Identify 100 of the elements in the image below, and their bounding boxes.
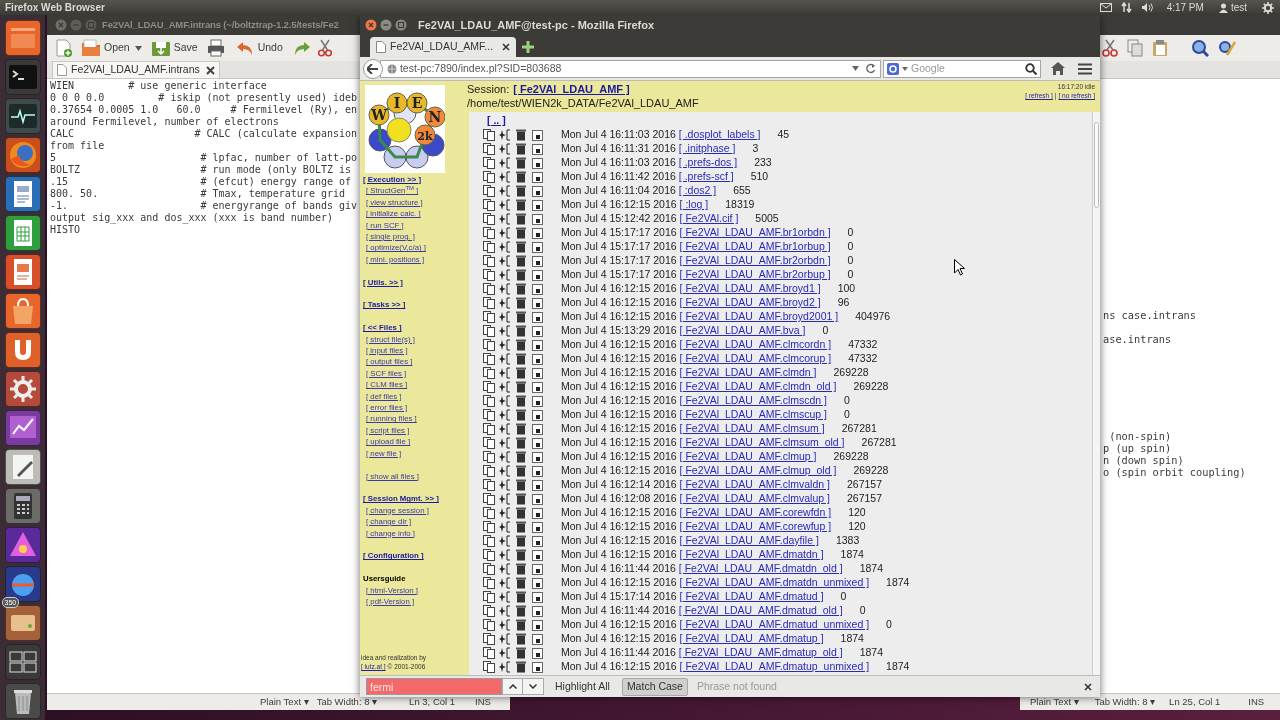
back-button[interactable] bbox=[363, 58, 383, 79]
edit-icon bbox=[499, 199, 511, 211]
open-button[interactable]: Open bbox=[78, 37, 145, 59]
file-size: 0 bbox=[847, 239, 854, 255]
monitor-icon[interactable] bbox=[4, 98, 41, 134]
search-field[interactable]: Google bbox=[911, 60, 1022, 77]
cut-button[interactable] bbox=[315, 37, 334, 59]
scrollbar[interactable] bbox=[1092, 112, 1100, 675]
user-name[interactable]: test bbox=[1230, 2, 1247, 13]
file-link[interactable]: [ Fe2VAl_LDAU_AMF.clmvalup ] bbox=[679, 491, 830, 507]
file-link[interactable]: [ Fe2VAl_LDAU_AMF.clmdn_old ] bbox=[679, 379, 837, 395]
next-button[interactable] bbox=[523, 678, 544, 695]
home-button[interactable] bbox=[1049, 60, 1067, 77]
file-link[interactable]: [ Fe2VAl_LDAU_AMF.clmscup ] bbox=[679, 407, 828, 423]
file-size: 47332 bbox=[848, 351, 878, 367]
file-link[interactable]: [ Fe2VAl_LDAU_AMF.dmatud_old ] bbox=[678, 603, 843, 619]
session-link[interactable]: [ Fe2VAl_LDAU_AMF ] bbox=[513, 82, 630, 96]
globe-icon[interactable] bbox=[4, 137, 41, 173]
terminal-icon[interactable] bbox=[4, 59, 41, 95]
file-link[interactable]: [ .prefs-dos ] bbox=[678, 155, 738, 171]
bag-icon[interactable] bbox=[4, 293, 41, 329]
spreadsheet-icon[interactable] bbox=[4, 215, 41, 251]
file-link[interactable]: [ Fe2VAl_LDAU_AMF.dmatdn_old ] bbox=[678, 561, 843, 577]
file-link[interactable]: [ Fe2VAl.cif ] bbox=[679, 211, 739, 227]
file-size: 233 bbox=[754, 155, 772, 171]
file-link[interactable]: [ Fe2VAl_LDAU_AMF.clmsum_old ] bbox=[679, 435, 845, 451]
file-link[interactable]: [ Fe2VAl_LDAU_AMF.br1orbdn ] bbox=[679, 225, 831, 241]
search-bar[interactable]: Google bbox=[883, 59, 1041, 78]
find-button[interactable] bbox=[1189, 37, 1211, 59]
date-text: Mon Jul 4 15:13:29 2016 bbox=[561, 323, 677, 339]
window-icon[interactable] bbox=[4, 20, 41, 56]
file-link[interactable]: [ Fe2VAl_LDAU_AMF.clmvaldn ] bbox=[679, 477, 830, 493]
file-link[interactable]: [ Fe2VAl_LDAU_AMF.dayfile ] bbox=[679, 533, 819, 549]
new-tab-button[interactable] bbox=[522, 41, 534, 53]
save-button[interactable]: Save bbox=[147, 37, 201, 59]
toggle-button[interactable]: Match Case bbox=[621, 677, 688, 696]
scrollbar-thumb[interactable] bbox=[1094, 122, 1099, 208]
logo[interactable]: W I E N 2k bbox=[365, 85, 445, 173]
file-link[interactable]: [ .initphase ] bbox=[678, 141, 736, 157]
file-link[interactable]: [ Fe2VAl_LDAU_AMF.dmatud_unmixed ] bbox=[679, 617, 870, 633]
document-tab[interactable]: Fe2VAl_LDAU_AMF.intrans bbox=[52, 61, 220, 78]
edit-icon bbox=[499, 227, 511, 239]
file-link[interactable]: [ Fe2VAl_LDAU_AMF.clmup_old ] bbox=[679, 463, 837, 479]
drive-icon[interactable] bbox=[4, 605, 41, 641]
magnet-icon[interactable] bbox=[4, 332, 41, 368]
file-link[interactable]: [ .dosplot_labels ] bbox=[678, 127, 761, 143]
cut-button[interactable] bbox=[1100, 37, 1120, 59]
undo-button[interactable]: Undo bbox=[231, 37, 286, 59]
file-link[interactable]: [ Fe2VAl_LDAU_AMF.clmcorup ] bbox=[679, 351, 832, 367]
edit-icon bbox=[499, 521, 511, 533]
previous-button[interactable] bbox=[502, 678, 523, 695]
file-link[interactable]: [ Fe2VAl_LDAU_AMF.clmscdn ] bbox=[679, 393, 828, 409]
file-link[interactable]: [ Fe2VAl_LDAU_AMF.clmdn ] bbox=[679, 365, 817, 381]
file-link[interactable]: [ Fe2VAl_LDAU_AMF.dmatup_unmixed ] bbox=[679, 659, 870, 675]
chart-icon[interactable] bbox=[4, 410, 41, 446]
file-link[interactable]: [ Fe2VAl_LDAU_AMF.br2orbup ] bbox=[679, 267, 831, 283]
parent-directory-link[interactable]: [ .. ] bbox=[487, 113, 506, 129]
file-link[interactable]: [ Fe2VAl_LDAU_AMF.corewfup ] bbox=[679, 519, 832, 535]
presentation-icon[interactable] bbox=[4, 254, 41, 290]
file-link[interactable]: [ Fe2VAl_LDAU_AMF.br1orbup ] bbox=[679, 239, 831, 255]
code-line: CALC # CALC (calculate expansion bbox=[50, 128, 358, 140]
file-link[interactable]: [ Fe2VAl_LDAU_AMF.clmsum ] bbox=[679, 421, 825, 437]
settings-icon[interactable] bbox=[4, 371, 41, 407]
file-link[interactable]: [ Fe2VAl_LDAU_AMF.broyd1 ] bbox=[679, 281, 821, 297]
file-link[interactable]: [ Fe2VAl_LDAU_AMF.bva ] bbox=[679, 323, 806, 339]
file-link[interactable]: [ Fe2VAl_LDAU_AMF.clmup ] bbox=[679, 449, 817, 465]
calculator-icon[interactable] bbox=[4, 488, 41, 524]
browser-tab[interactable]: Fe2VAl_LDAU_AMF... bbox=[370, 37, 516, 57]
file-link[interactable]: [ Fe2VAl_LDAU_AMF.dmatup ] bbox=[679, 631, 824, 647]
file-link[interactable]: [ Fe2VAl_LDAU_AMF.dmatup_old ] bbox=[678, 645, 843, 661]
file-link[interactable]: [ :log ] bbox=[679, 197, 709, 213]
workspace-switcher-icon[interactable] bbox=[4, 644, 41, 680]
file-link[interactable]: [ Fe2VAl_LDAU_AMF.dmatdn ] bbox=[679, 547, 824, 563]
file-link[interactable]: [ Fe2VAl_LDAU_AMF.br2orbdn ] bbox=[679, 253, 831, 269]
url-field[interactable]: test-pc:7890/index.pl?SID=803688 bbox=[399, 60, 849, 77]
pencil-icon[interactable] bbox=[4, 449, 41, 485]
url-bar[interactable]: test-pc:7890/index.pl?SID=803688 bbox=[379, 59, 881, 78]
new-button[interactable] bbox=[54, 37, 74, 59]
file-link[interactable]: [ Fe2VAl_LDAU_AMF.broyd2001 ] bbox=[679, 309, 839, 325]
file-link[interactable]: [ :dos2 ] bbox=[678, 183, 717, 199]
trash-icon bbox=[516, 269, 526, 281]
copy-icon bbox=[483, 577, 495, 589]
clipboard-icon bbox=[1152, 39, 1168, 57]
paste-button[interactable] bbox=[1150, 37, 1170, 59]
caret-icon bbox=[852, 66, 859, 71]
file-link[interactable]: [ Fe2VAl_LDAU_AMF.corewfdn ] bbox=[679, 505, 832, 521]
copy-icon bbox=[1127, 39, 1143, 57]
clock[interactable]: 4:17 PM bbox=[1166, 2, 1204, 13]
toggle-button[interactable]: Highlight All bbox=[550, 677, 615, 696]
file-link[interactable]: [ Fe2VAl_LDAU_AMF.clmcordn ] bbox=[679, 337, 832, 353]
trash-icon bbox=[516, 423, 526, 435]
file-link[interactable]: [ .prefs-scf ] bbox=[678, 169, 734, 185]
document-icon[interactable] bbox=[4, 176, 41, 212]
file-link[interactable]: [ Fe2VAl_LDAU_AMF.broyd2 ] bbox=[679, 295, 821, 311]
trash-icon[interactable] bbox=[4, 683, 41, 719]
close-find-button[interactable] bbox=[1084, 682, 1092, 691]
file-link[interactable]: [ Fe2VAl_LDAU_AMF.dmatud ] bbox=[679, 589, 824, 605]
file-link[interactable]: [ Fe2VAl_LDAU_AMF.dmatdn_unmixed ] bbox=[679, 575, 870, 591]
file-size: 267281 bbox=[861, 435, 897, 451]
save-icon bbox=[532, 381, 543, 393]
